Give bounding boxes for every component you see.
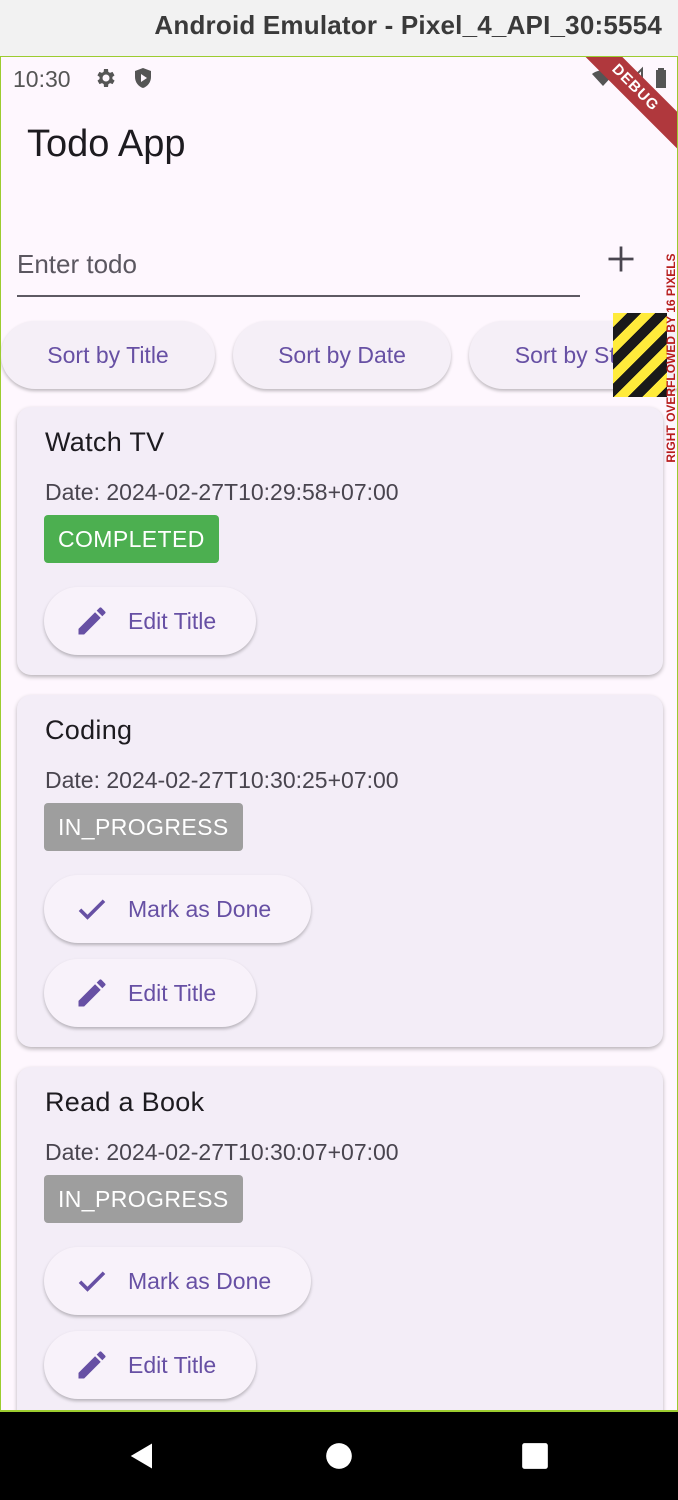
todo-card: Read a Book Date: 2024-02-27T10:30:07+07… — [17, 1067, 663, 1410]
overflow-warning-stripe — [613, 313, 667, 397]
todo-date: Date: 2024-02-27T10:30:07+07:00 — [45, 1139, 399, 1165]
check-icon — [78, 1271, 106, 1292]
edit-title-label: Edit Title — [128, 1351, 217, 1378]
todo-title: Coding — [45, 715, 133, 745]
edit-title-button[interactable]: Edit Title — [44, 1331, 257, 1399]
pencil-icon — [78, 607, 106, 635]
sort-button-row: Sort by Title Sort by Date Sort by Statu… — [1, 321, 677, 391]
emulator-title: Android Emulator - Pixel_4_API_30:5554 — [154, 10, 662, 40]
recents-square-icon — [522, 1443, 548, 1469]
page-title: Todo App — [27, 123, 186, 165]
mark-as-done-button[interactable]: Mark as Done — [44, 1247, 312, 1315]
home-circle-icon — [326, 1443, 352, 1469]
overflow-warning: RIGHT OVERFLOWED BY 16 PIXELS — [662, 253, 678, 463]
mark-as-done-label: Mark as Done — [128, 895, 272, 922]
status-bar: 10:30 DEBUG — [1, 57, 677, 161]
status-badge: IN_PROGRESS — [44, 1175, 243, 1223]
recents-button[interactable] — [517, 1438, 553, 1474]
pencil-icon — [78, 1351, 106, 1379]
gear-icon — [97, 69, 115, 87]
edit-title-button[interactable]: Edit Title — [44, 959, 257, 1027]
todo-input[interactable] — [17, 233, 580, 297]
edit-title-button[interactable]: Edit Title — [44, 587, 257, 655]
edit-title-label: Edit Title — [128, 607, 217, 634]
system-navigation-bar — [0, 1412, 678, 1500]
status-badge: COMPLETED — [44, 515, 219, 563]
status-time: 10:30 — [13, 66, 71, 92]
back-button[interactable] — [124, 1438, 160, 1474]
mark-as-done-label: Mark as Done — [128, 1267, 272, 1294]
emulator-title-bar: Android Emulator - Pixel_4_API_30:5554 — [0, 0, 678, 56]
todo-card: Coding Date: 2024-02-27T10:30:25+07:00 I… — [17, 695, 663, 1047]
add-todo-button[interactable] — [597, 235, 645, 283]
sort-by-title-button[interactable]: Sort by Title — [1, 321, 215, 389]
shield-icon — [135, 68, 151, 88]
back-triangle-icon — [130, 1443, 152, 1469]
device-screen: 10:30 DEBUG Todo App Sort by Title Sort … — [0, 56, 678, 1412]
home-button[interactable] — [321, 1438, 357, 1474]
plus-icon — [608, 246, 634, 272]
check-icon — [78, 899, 106, 920]
mark-as-done-button[interactable]: Mark as Done — [44, 875, 312, 943]
todo-date: Date: 2024-02-27T10:29:58+07:00 — [45, 479, 399, 505]
todo-date: Date: 2024-02-27T10:30:25+07:00 — [45, 767, 399, 793]
pencil-icon — [78, 979, 106, 1007]
sort-by-date-button[interactable]: Sort by Date — [233, 321, 451, 389]
todo-card: Watch TV Date: 2024-02-27T10:29:58+07:00… — [17, 407, 663, 675]
edit-title-label: Edit Title — [128, 979, 217, 1006]
status-badge: IN_PROGRESS — [44, 803, 243, 851]
todo-title: Watch TV — [45, 427, 165, 457]
overflow-warning-text: RIGHT OVERFLOWED BY 16 PIXELS — [664, 253, 678, 463]
todo-title: Read a Book — [45, 1087, 205, 1117]
